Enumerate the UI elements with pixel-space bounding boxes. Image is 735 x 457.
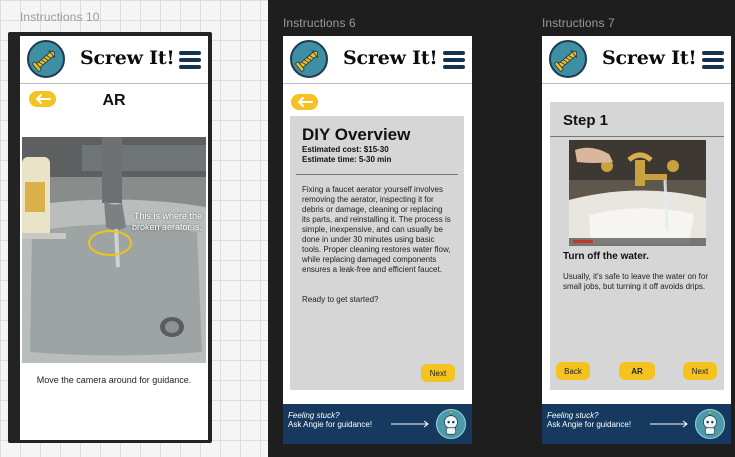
- ready-prompt: Ready to get started?: [302, 295, 379, 304]
- next-button[interactable]: Next: [421, 364, 455, 382]
- overview-card: DIY Overview Estimated cost: $15-30 Esti…: [290, 116, 464, 390]
- screw-logo-icon[interactable]: [290, 40, 328, 78]
- help-line-2: Ask Angie for guidance!: [547, 420, 632, 429]
- next-button[interactable]: Next: [683, 362, 717, 380]
- estimated-time: Estimate time: 5-30 min: [302, 155, 392, 164]
- screw-logo-icon[interactable]: [549, 40, 587, 78]
- help-text: Feeling stuck? Ask Angie for guidance!: [547, 411, 631, 429]
- hamburger-menu-icon[interactable]: [702, 51, 724, 69]
- step-body: Usually, it's safe to leave the water on…: [563, 272, 709, 291]
- screw-logo-icon[interactable]: [27, 40, 65, 78]
- frame-instructions-7: Screw It! Step 1 Turn off the water. Usu…: [542, 36, 731, 444]
- card-divider: [550, 136, 724, 137]
- help-line-2: Ask Angie for guidance!: [288, 420, 373, 429]
- ar-button[interactable]: AR: [619, 362, 655, 380]
- arrow-right-icon: [650, 420, 690, 428]
- hamburger-menu-icon[interactable]: [443, 51, 465, 69]
- page-title-ar: AR: [102, 92, 126, 109]
- back-arrow-icon[interactable]: [291, 94, 318, 110]
- frame-label-instructions-10[interactable]: Instructions 10: [20, 10, 100, 24]
- step-title: Step 1: [563, 112, 609, 129]
- frame-label-instructions-6[interactable]: Instructions 6: [283, 16, 356, 30]
- app-header: Screw It!: [20, 36, 208, 84]
- app-title: Screw It!: [80, 47, 175, 69]
- help-footer[interactable]: Feeling stuck? Ask Angie for guidance!: [283, 404, 472, 444]
- camera-caption: Move the camera around for guidance.: [36, 375, 192, 385]
- app-header: Screw It!: [283, 36, 472, 84]
- ar-camera-view[interactable]: This is where the broken aerator is.: [22, 137, 206, 363]
- app-title: Screw It!: [602, 47, 697, 69]
- help-line-1: Feeling stuck?: [547, 411, 599, 420]
- help-footer[interactable]: Feeling stuck? Ask Angie for guidance!: [542, 404, 731, 444]
- estimated-cost: Estimated cost: $15-30: [302, 145, 389, 154]
- help-line-1: Feeling stuck?: [288, 411, 340, 420]
- card-divider: [296, 174, 458, 175]
- app-header: Screw It!: [542, 36, 731, 84]
- frame-label-instructions-7[interactable]: Instructions 7: [542, 16, 615, 30]
- step-photo: [569, 140, 706, 246]
- app-title: Screw It!: [343, 47, 438, 69]
- overview-description: Fixing a faucet aerator yourself involve…: [302, 185, 451, 274]
- angie-robot-avatar-icon[interactable]: [695, 409, 725, 439]
- step-card: Step 1 Turn off the water. Usually, it's…: [550, 102, 724, 390]
- frame-instructions-6: Screw It! DIY Overview Estimated cost: $…: [283, 36, 472, 444]
- back-button[interactable]: Back: [556, 362, 590, 380]
- arrow-right-icon: [391, 420, 431, 428]
- overview-title: DIY Overview: [302, 125, 411, 144]
- step-heading: Turn off the water.: [563, 251, 649, 262]
- hamburger-menu-icon[interactable]: [179, 51, 201, 69]
- help-text: Feeling stuck? Ask Angie for guidance!: [288, 411, 372, 429]
- frame-instructions-10: Screw It! AR This is where the broken ae…: [20, 36, 208, 440]
- angie-robot-avatar-icon[interactable]: [436, 409, 466, 439]
- ar-target-ring: [88, 230, 132, 256]
- ar-hint-label: This is where the broken aerator is.: [131, 211, 202, 232]
